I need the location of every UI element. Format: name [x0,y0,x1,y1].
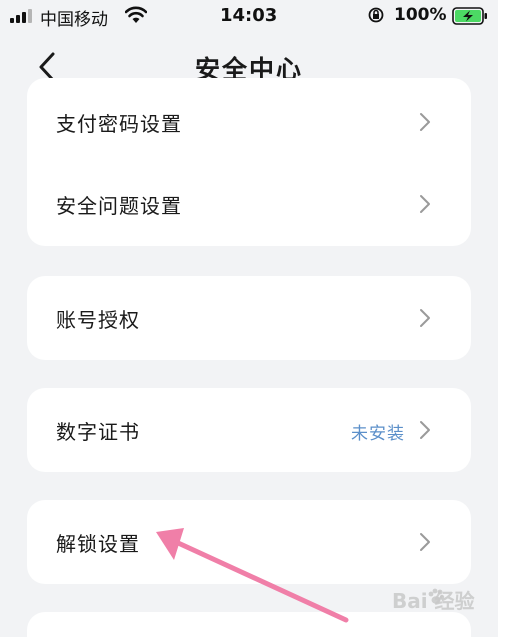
status-time: 14:03 [220,5,278,26]
carrier-name: 中国移动 [40,10,108,30]
settings-card-authorization: 账号授权 [27,276,471,360]
row-label: 解锁设置 [56,532,140,556]
row-account-authorization[interactable]: 账号授权 [27,276,471,360]
chevron-right-icon [420,421,430,439]
row-label: 数字证书 [56,420,140,444]
row-label: 账号授权 [56,308,140,332]
status-bar: 中国移动 14:03 100% [0,0,498,34]
chevron-right-icon [420,195,430,213]
orientation-lock-icon [368,7,384,23]
watermark-logo: Bai 经验 [392,583,498,617]
settings-card-certificate: 数字证书 未安装 [27,388,471,472]
row-payment-password[interactable]: 支付密码设置 [27,78,471,162]
row-digital-certificate[interactable]: 数字证书 未安装 [27,388,471,472]
row-label: 安全问题设置 [56,194,182,218]
paw-icon [428,588,445,604]
wifi-icon [125,6,147,23]
row-label: 支付密码设置 [56,112,182,136]
settings-card-password: 支付密码设置 安全问题设置 [27,78,471,246]
settings-card-unlock: 解锁设置 [27,500,471,584]
certificate-status: 未安装 [351,424,405,444]
screen-edge [498,0,506,637]
battery-charging-icon [452,7,487,25]
chevron-right-icon [420,533,430,551]
row-unlock-settings[interactable]: 解锁设置 [27,500,471,584]
signal-icon [10,9,34,23]
chevron-right-icon [420,309,430,327]
chevron-right-icon [420,113,430,131]
battery-percent: 100% [394,5,447,25]
row-security-questions[interactable]: 安全问题设置 [27,162,471,246]
